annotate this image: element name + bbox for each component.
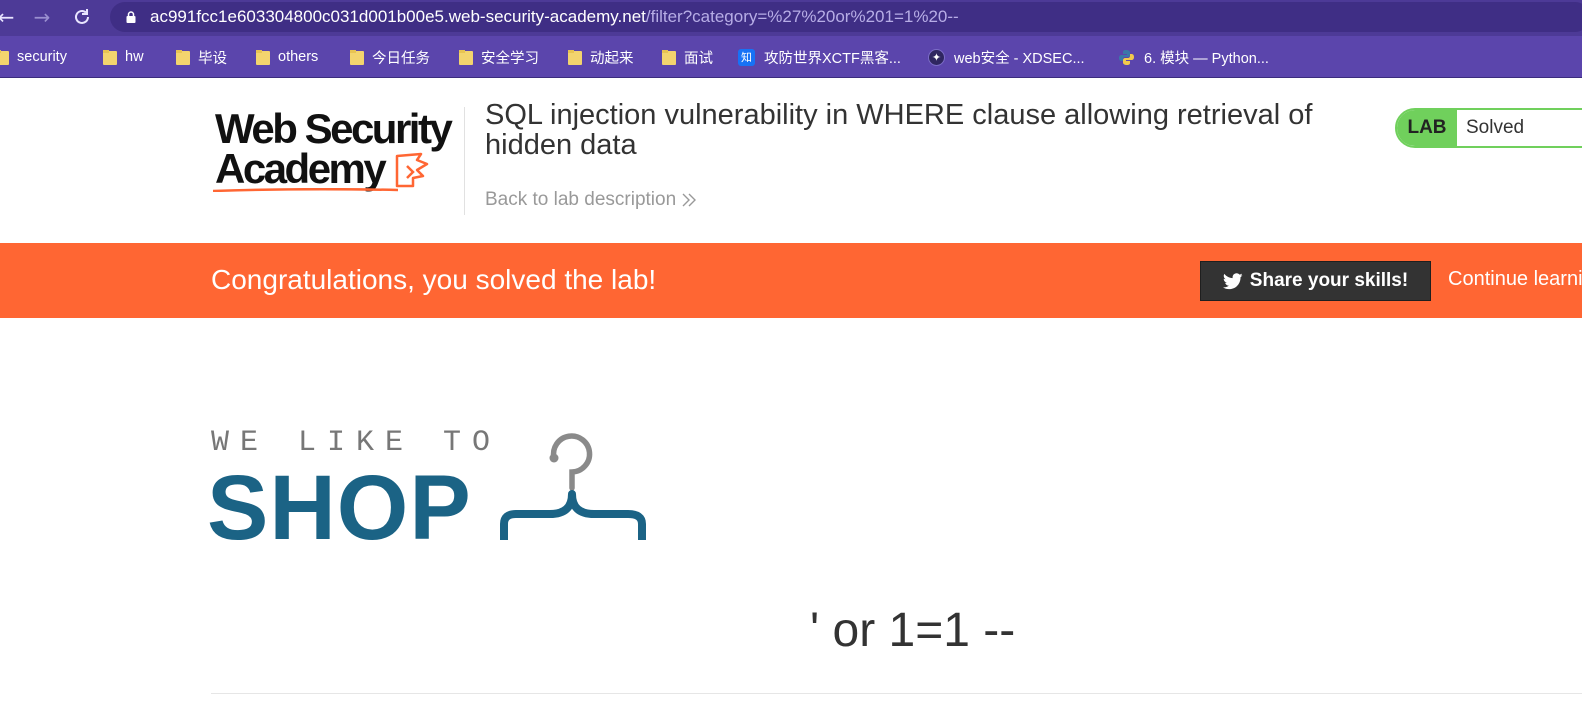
bookmark-others[interactable]: others xyxy=(256,47,318,67)
bookmark-bishe[interactable]: 毕设 xyxy=(176,47,227,67)
content-divider xyxy=(211,693,1582,694)
back-arrow-icon[interactable]: ← xyxy=(0,5,18,29)
bookmark-hw[interactable]: hw xyxy=(103,47,144,67)
url-host: ac991fcc1e603304800c031d001b00e5.web-sec… xyxy=(150,7,646,26)
folder-icon xyxy=(256,49,270,65)
bookmark-label: 6. 模块 — Python... xyxy=(1144,50,1269,67)
folder-icon xyxy=(459,49,473,65)
bookmark-label: hw xyxy=(125,49,144,65)
double-chevron-right-icon xyxy=(682,193,697,207)
browser-toolbar: ← → ac991fcc1e603304800c031d001b00e5.web… xyxy=(0,0,1582,36)
lock-icon xyxy=(126,11,136,23)
share-your-skills-button[interactable]: Share your skills! xyxy=(1200,261,1431,301)
xdsec-icon: ✦ xyxy=(928,48,945,66)
solved-banner: Congratulations, you solved the lab! Sha… xyxy=(0,243,1582,318)
reload-icon[interactable] xyxy=(70,5,94,29)
academy-header: Web Security Academy SQL injection vulne… xyxy=(0,79,1582,243)
lab-title: SQL injection vulnerability in WHERE cla… xyxy=(485,99,1313,161)
folder-icon xyxy=(568,49,582,65)
forward-arrow-icon[interactable]: → xyxy=(30,5,54,29)
logo-underline xyxy=(213,188,398,192)
bookmark-security-study[interactable]: 安全学习 xyxy=(459,47,539,67)
logo-text-line2: Academy xyxy=(215,145,387,192)
shop-logo-word: SHOP xyxy=(207,457,472,559)
folder-icon xyxy=(176,49,190,65)
lab-state: Solved xyxy=(1466,117,1525,138)
python-icon xyxy=(1118,49,1135,66)
hanger-icon xyxy=(500,433,646,540)
bookmark-label: 毕设 xyxy=(198,50,227,67)
logo-flask-icon xyxy=(395,152,429,188)
category-title: ' or 1=1 -- xyxy=(810,604,1016,657)
bookmark-label: web安全 - XDSEC... xyxy=(954,50,1085,67)
folder-icon xyxy=(103,49,117,65)
lab-status-widget: LAB Solved xyxy=(1395,108,1582,148)
twitter-icon xyxy=(1222,272,1243,289)
bookmark-python[interactable]: 6. 模块 — Python... xyxy=(1118,47,1269,67)
url-path: /filter?category=%27%20or%201=1%20-- xyxy=(645,7,959,26)
bookmark-label: 动起来 xyxy=(590,50,634,67)
bookmark-xdsec[interactable]: ✦ web安全 - XDSEC... xyxy=(928,47,1085,67)
url-text: ac991fcc1e603304800c031d001b00e5.web-sec… xyxy=(150,7,959,27)
shop-tagline: WE LIKE TO xyxy=(211,426,502,460)
bookmark-label: 安全学习 xyxy=(481,50,539,67)
folder-icon xyxy=(350,49,364,65)
folder-icon xyxy=(0,49,9,65)
congratulations-message: Congratulations, you solved the lab! xyxy=(211,264,657,295)
bookmark-label: others xyxy=(278,49,319,65)
bookmark-interview[interactable]: 面试 xyxy=(662,47,713,67)
bookmark-label: 面试 xyxy=(684,50,713,67)
lab-badge: LAB xyxy=(1397,110,1457,146)
address-bar[interactable]: ac991fcc1e603304800c031d001b00e5.web-sec… xyxy=(110,2,1582,32)
bookmark-get-moving[interactable]: 动起来 xyxy=(568,47,634,67)
share-button-label: Share your skills! xyxy=(1249,270,1409,291)
bookmark-label: security xyxy=(17,49,67,65)
header-divider xyxy=(464,107,465,215)
bookmark-xctf[interactable]: 知攻防世界XCTF黑客... xyxy=(738,47,901,67)
continue-learning-link[interactable]: Continue learning xyxy=(1448,268,1582,291)
back-link-label: Back to lab description xyxy=(485,189,677,210)
folder-icon xyxy=(662,49,676,65)
bookmark-label: 今日任务 xyxy=(372,50,430,67)
bookmarks-bar: security hw 毕设 others 今日任务 安全学习 动起来 面试 知… xyxy=(0,36,1582,78)
web-security-academy-logo[interactable]: Web Security Academy xyxy=(213,105,463,195)
zhihu-icon: 知 xyxy=(738,48,755,66)
bookmark-label: 攻防世界XCTF黑客... xyxy=(764,50,901,67)
bookmark-today-tasks[interactable]: 今日任务 xyxy=(350,47,430,67)
bookmark-security[interactable]: security xyxy=(0,47,67,67)
back-to-lab-description-link[interactable]: Back to lab description xyxy=(485,189,697,211)
